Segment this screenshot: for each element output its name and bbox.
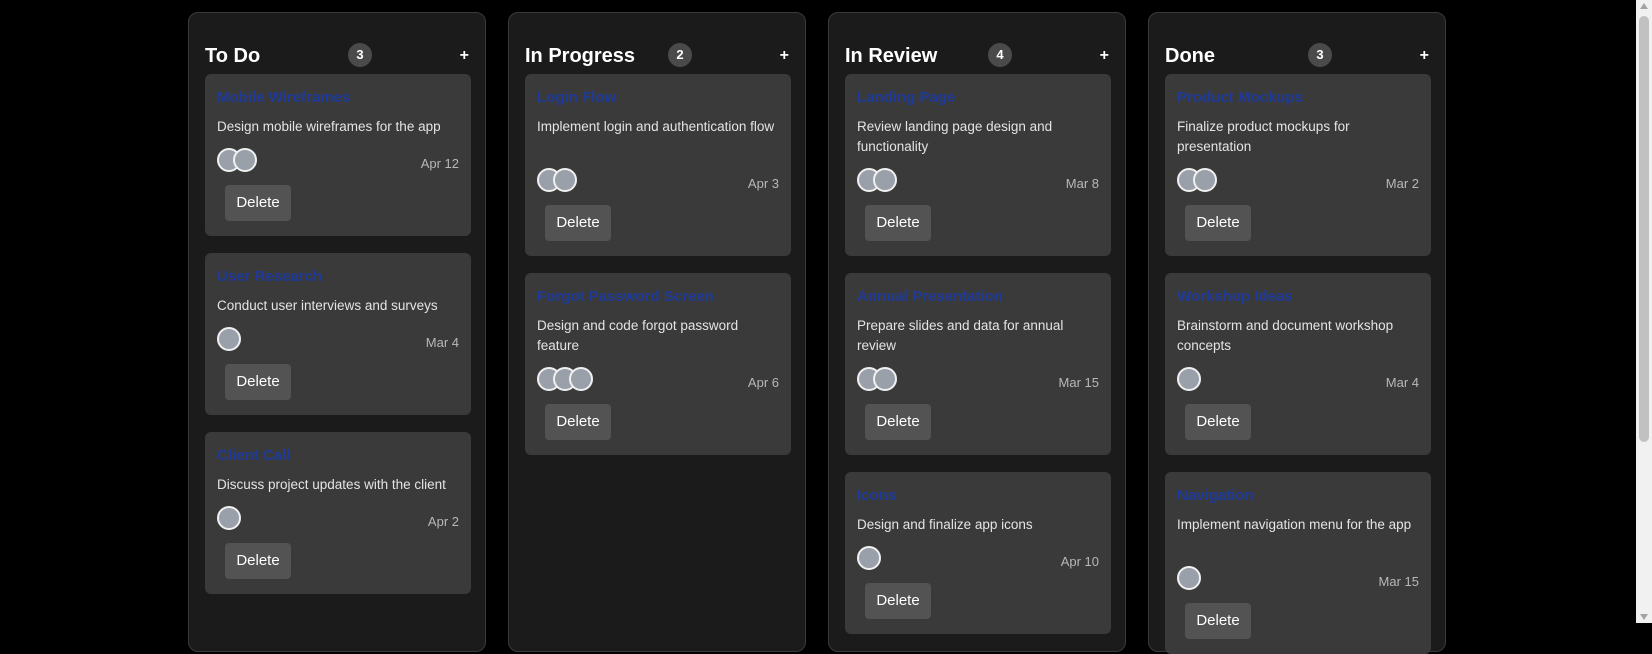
avatar [553,168,577,192]
task-card[interactable]: Mobile Wireframes Design mobile wirefram… [205,74,471,236]
avatar [233,148,257,172]
card-title[interactable]: Workshop Ideas [1177,287,1293,307]
card-title[interactable]: Annual Presentation [857,287,1003,307]
card-due-date: Apr 2 [427,514,459,529]
card-due-date: Apr 3 [747,176,779,191]
card-due-date: Apr 6 [747,375,779,390]
avatar [1177,367,1201,391]
delete-button[interactable]: Delete [1185,205,1251,241]
page-scrollbar[interactable] [1636,0,1652,623]
card-description: Design and finalize app icons [857,517,1033,532]
column-title: In Progress [525,45,636,67]
card-title[interactable]: Product Mockups [1177,88,1303,108]
card-title[interactable]: Login Flow [537,88,616,108]
column-count-badge: 2 [668,43,692,67]
card-due-date: Apr 12 [420,156,459,171]
column-count-badge: 3 [1308,43,1332,67]
avatar [217,506,241,530]
card-title[interactable]: Navigation [1177,486,1254,506]
card-title[interactable]: Landing Page [857,88,955,108]
column-title: Done [1165,45,1215,67]
avatar [217,327,241,351]
column-in-review: In Review 4 + Landing Page Review landin… [828,12,1126,652]
card-description: Finalize product mockups for presentatio… [1177,119,1350,154]
card-description: Conduct user interviews and surveys [217,298,438,313]
card-title[interactable]: Mobile Wireframes [217,88,350,108]
scroll-down-arrow-icon[interactable] [1640,614,1648,620]
card-due-date: Mar 15 [1378,574,1419,589]
add-card-button[interactable]: + [460,46,469,66]
task-card[interactable]: Login Flow Implement login and authentic… [525,74,791,256]
add-card-button[interactable]: + [1420,46,1429,66]
avatar [1193,168,1217,192]
card-description: Design mobile wireframes for the app [217,119,441,134]
card-due-date: Mar 4 [1385,375,1419,390]
card-description: Implement navigation menu for the app [1177,517,1412,532]
task-card[interactable]: Forgot Password Screen Design and code f… [525,273,791,455]
add-card-button[interactable]: + [780,46,789,66]
delete-button[interactable]: Delete [1185,603,1251,639]
column-title: In Review [845,45,938,67]
column-in-progress: In Progress 2 + Login Flow Implement log… [508,12,806,652]
task-card[interactable]: Annual Presentation Prepare slides and d… [845,273,1111,455]
scrollbar-thumb[interactable] [1639,16,1649,442]
card-due-date: Mar 4 [425,335,459,350]
avatar [873,367,897,391]
delete-button[interactable]: Delete [865,404,931,440]
avatar [569,367,593,391]
avatar [857,546,881,570]
card-due-date: Apr 10 [1060,554,1099,569]
delete-button[interactable]: Delete [225,185,291,221]
task-card[interactable]: Client Call Discuss project updates with… [205,432,471,594]
column-count-badge: 4 [988,43,1012,67]
card-title[interactable]: User Research [217,267,322,287]
task-card[interactable]: User Research Conduct user interviews an… [205,253,471,415]
delete-button[interactable]: Delete [865,583,931,619]
card-description: Review landing page design and functiona… [857,119,1053,154]
column-done: Done 3 + Product Mockups Finalize produc… [1148,12,1446,654]
avatar [1177,566,1201,590]
column-count-badge: 3 [348,43,372,67]
scroll-up-arrow-icon[interactable] [1640,3,1648,9]
avatar [873,168,897,192]
delete-button[interactable]: Delete [225,364,291,400]
delete-button[interactable]: Delete [545,205,611,241]
task-card[interactable]: Landing Page Review landing page design … [845,74,1111,256]
delete-button[interactable]: Delete [545,404,611,440]
delete-button[interactable]: Delete [865,205,931,241]
card-description: Discuss project updates with the client [217,477,446,492]
card-description: Design and code forgot password feature [537,318,739,353]
card-description: Prepare slides and data for annual revie… [857,318,1064,353]
card-title[interactable]: Client Call [217,446,290,466]
delete-button[interactable]: Delete [1185,404,1251,440]
card-due-date: Mar 8 [1065,176,1099,191]
card-description: Implement login and authentication flow [537,119,775,134]
add-card-button[interactable]: + [1100,46,1109,66]
card-description: Brainstorm and document workshop concept… [1177,318,1394,353]
task-card[interactable]: Workshop Ideas Brainstorm and document w… [1165,273,1431,455]
task-card[interactable]: Navigation Implement navigation menu for… [1165,472,1431,654]
column-title: To Do [205,45,261,67]
card-title[interactable]: Forgot Password Screen [537,287,714,307]
task-card[interactable]: Icons Design and finalize app icons Apr … [845,472,1111,634]
delete-button[interactable]: Delete [225,543,291,579]
card-due-date: Mar 2 [1385,176,1419,191]
task-card[interactable]: Product Mockups Finalize product mockups… [1165,74,1431,256]
kanban-board: To Do 3 + Mobile Wireframes Design mobil… [0,0,1636,654]
card-title[interactable]: Icons [857,486,896,506]
column-todo: To Do 3 + Mobile Wireframes Design mobil… [188,12,486,652]
card-due-date: Mar 15 [1058,375,1099,390]
